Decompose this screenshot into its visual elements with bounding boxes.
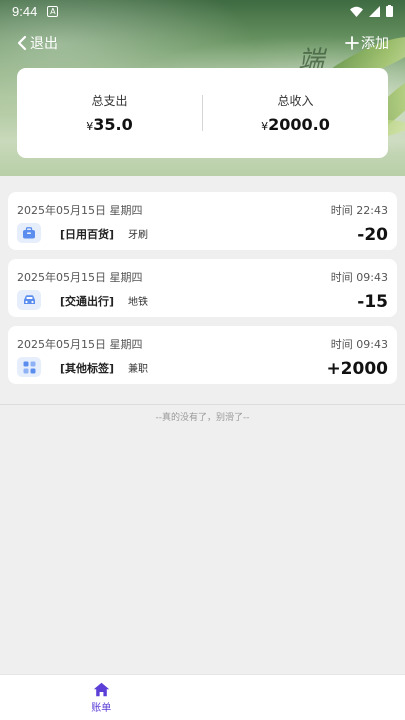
list-end-divider	[0, 404, 405, 405]
record-date: 2025年05月15日 星期四	[17, 271, 143, 284]
back-label: 退出	[30, 36, 58, 52]
header-banner: 端 9:44 A 退出 添加 总支出 ¥35.0 总收入 ¥2000.0	[0, 0, 405, 176]
total-income-value: ¥2000.0	[203, 115, 388, 134]
add-label: 添加	[361, 36, 389, 52]
total-expense-amount: 35.0	[93, 115, 133, 134]
battery-icon	[386, 5, 393, 17]
record-list: 2025年05月15日 星期四 时间 22:43 [日用百货] 牙刷 -20 2…	[8, 192, 397, 393]
record-item[interactable]: 2025年05月15日 星期四 时间 09:43 [其他标签] 兼职 +2000	[8, 326, 397, 384]
record-amount: -20	[357, 225, 388, 245]
record-item[interactable]: 2025年05月15日 星期四 时间 22:43 [日用百货] 牙刷 -20	[8, 192, 397, 250]
record-time: 时间 09:43	[330, 271, 388, 284]
record-amount: +2000	[326, 359, 388, 379]
car-icon	[17, 290, 41, 310]
record-note: 地铁	[128, 297, 148, 308]
add-button[interactable]: 添加	[345, 33, 389, 53]
record-category: [其他标签]	[60, 362, 115, 375]
wifi-icon	[350, 6, 363, 17]
shopping-bag-icon	[17, 223, 41, 243]
record-note: 兼职	[128, 364, 148, 375]
total-expense: 总支出 ¥35.0	[17, 92, 202, 134]
total-income-amount: 2000.0	[268, 115, 330, 134]
record-category: [交通出行]	[60, 295, 115, 308]
total-expense-value: ¥35.0	[17, 115, 202, 134]
record-date: 2025年05月15日 星期四	[17, 338, 143, 351]
total-income: 总收入 ¥2000.0	[203, 92, 388, 134]
record-time: 时间 09:43	[330, 338, 388, 351]
record-item[interactable]: 2025年05月15日 星期四 时间 09:43 [交通出行] 地铁 -15	[8, 259, 397, 317]
signal-icon	[369, 5, 380, 17]
total-income-label: 总收入	[277, 94, 314, 108]
tab-bills-label: 账单	[91, 702, 112, 714]
record-note: 牙刷	[128, 230, 148, 241]
bottom-tabbar: 账单	[0, 674, 405, 720]
record-date: 2025年05月15日 星期四	[17, 204, 143, 217]
home-icon	[93, 682, 109, 696]
tab-bills[interactable]: 账单	[0, 675, 203, 720]
tab-other[interactable]	[203, 675, 405, 720]
app-notification-icon: A	[47, 5, 59, 17]
summary-card: 总支出 ¥35.0 总收入 ¥2000.0	[17, 68, 388, 158]
status-bar: 9:44 A	[0, 0, 405, 22]
status-time: 9:44	[12, 3, 38, 19]
total-expense-label: 总支出	[91, 94, 128, 108]
chevron-left-icon	[17, 35, 27, 51]
plus-icon	[345, 36, 359, 50]
back-button[interactable]: 退出	[16, 33, 58, 53]
list-end-hint: --真的没有了，别滑了--	[155, 413, 250, 423]
record-amount: -15	[357, 292, 388, 312]
status-indicators	[350, 5, 393, 17]
grid-icon	[17, 357, 41, 377]
record-category: [日用百货]	[60, 228, 115, 241]
record-time: 时间 22:43	[330, 204, 388, 217]
